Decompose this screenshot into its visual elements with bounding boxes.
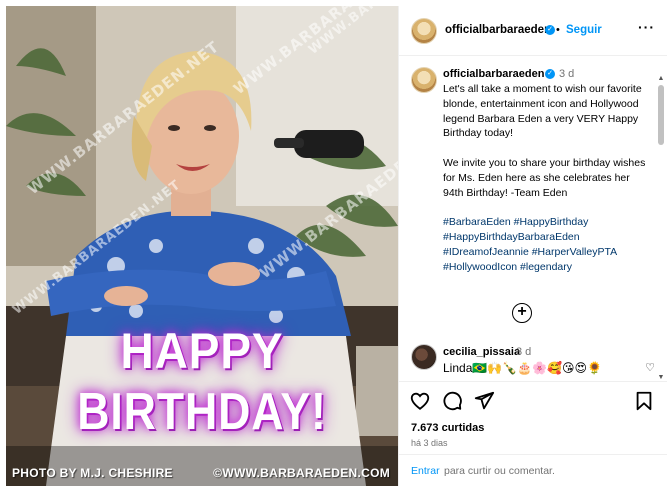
share-icon[interactable] [473,390,495,412]
bookmark-icon[interactable] [633,390,655,412]
comment-timestamp: 3 d [516,346,532,358]
scroll-down-arrow-icon[interactable]: ▼ [657,374,665,381]
comment-heart-icon[interactable]: ♡ [645,361,655,374]
post-header: officialbarbaraeden ✓ • Seguir ··· [399,6,667,56]
follow-button[interactable]: Seguir [566,24,602,36]
login-prompt-text: para curtir ou comentar. [444,465,555,477]
caption-text: Let's all take a moment to wish our favo… [443,82,653,274]
hashtag-line[interactable]: #IDreamofJeannie #HarperValleyPTA [443,245,653,260]
more-options-icon[interactable]: ··· [638,19,655,35]
comment-text: Linda🇧🇷🙌🍾🎂🌸🥰😘😍🌻 [443,361,602,375]
plus-circle-icon[interactable]: + [512,303,532,323]
scrollbar-thumb[interactable] [658,85,664,145]
instagram-post-modal: WWW.BARBARAEDEN.NET WWW.BARBARAEDEN.NET … [0,0,670,490]
comments-section[interactable]: officialbarbaraeden ✓ 3 d Let's all take… [399,57,667,381]
scroll-up-arrow-icon[interactable]: ▲ [657,75,665,82]
comment-icon[interactable] [441,390,463,412]
caption-username[interactable]: officialbarbaraeden [443,68,544,80]
caption-paragraph: Let's all take a moment to wish our favo… [443,83,642,140]
heart-icon[interactable] [409,390,431,412]
hashtag-line[interactable]: #HappyBirthdayBarbaraEden [443,230,653,245]
hashtag-line[interactable]: #BarbaraEden #HappyBirthday [443,215,653,230]
verified-badge-icon: ✓ [545,69,555,79]
caption-avatar[interactable] [411,67,437,93]
likes-count[interactable]: 7.673 curtidas [411,422,484,434]
caption-timestamp: 3 d [559,68,575,80]
login-link[interactable]: Entrar [411,465,440,477]
add-comment-bar: Entrar para curtir ou comentar. [399,454,667,486]
comment-username[interactable]: cecilia_pissaia [443,346,520,358]
hashtag-line[interactable]: #HollywoodIcon #legendary [443,260,653,275]
header-username[interactable]: officialbarbaraeden [445,24,551,36]
birthday-headline: BIRTHDAY! [77,383,327,441]
comments-scrollbar[interactable]: ▲ ▼ [657,75,665,381]
website-credit: ©WWW.BARBARAEDEN.COM [213,466,390,480]
caption-paragraph: We invite you to share your birthday wis… [443,156,646,199]
hashtag-list: #BarbaraEden #HappyBirthday #HappyBirthd… [443,215,653,274]
post-age: há 3 dias [411,438,448,448]
photo-credit: PHOTO BY M.J. CHESHIRE [12,466,173,480]
commenter-avatar[interactable] [411,344,437,370]
post-details-panel: officialbarbaraeden ✓ • Seguir ··· offic… [398,6,667,486]
profile-avatar[interactable] [411,18,437,44]
happy-headline: HAPPY [120,323,284,379]
header-separator: • [556,24,560,36]
post-image: WWW.BARBARAEDEN.NET WWW.BARBARAEDEN.NET … [6,6,398,486]
verified-badge-icon: ✓ [545,25,555,35]
